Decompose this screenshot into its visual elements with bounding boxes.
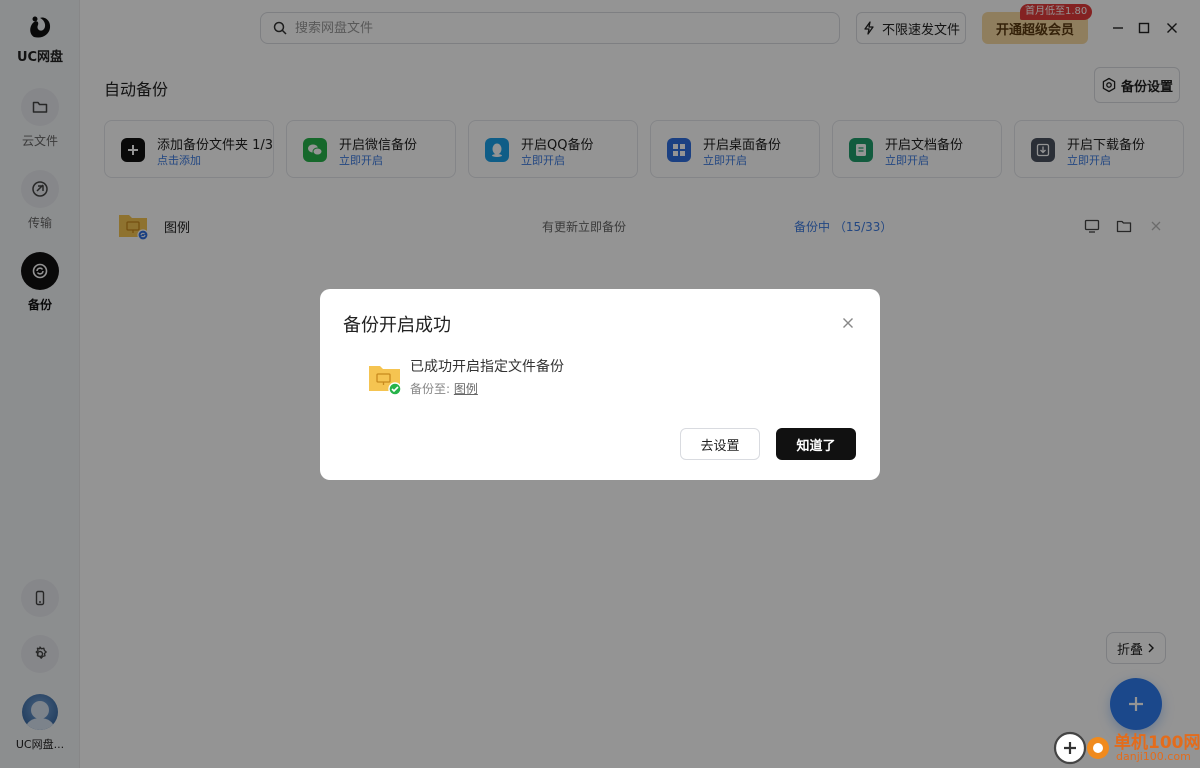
dialog-message: 已成功开启指定文件备份	[410, 359, 564, 375]
site-watermark: 单机100网 danji100.com	[1052, 726, 1200, 768]
dialog-close-button[interactable]	[838, 313, 858, 333]
go-to-settings-button[interactable]: 去设置	[680, 428, 760, 460]
dialog-destination-prefix: 备份至:	[410, 382, 454, 396]
got-it-button[interactable]: 知道了	[776, 428, 856, 460]
dialog-destination-link[interactable]: 图例	[454, 382, 478, 396]
close-icon	[843, 318, 853, 328]
dialog-title: 备份开启成功	[343, 315, 451, 336]
watermark-logo-icon	[1053, 731, 1109, 765]
backup-success-dialog: 备份开启成功 已成功开启指定文件备份 备份至: 图例 去设置 知道了	[320, 289, 880, 480]
watermark-url: danji100.com	[1116, 750, 1191, 763]
dialog-destination: 备份至: 图例	[410, 380, 478, 397]
desktop-folder-success-icon	[369, 366, 402, 395]
